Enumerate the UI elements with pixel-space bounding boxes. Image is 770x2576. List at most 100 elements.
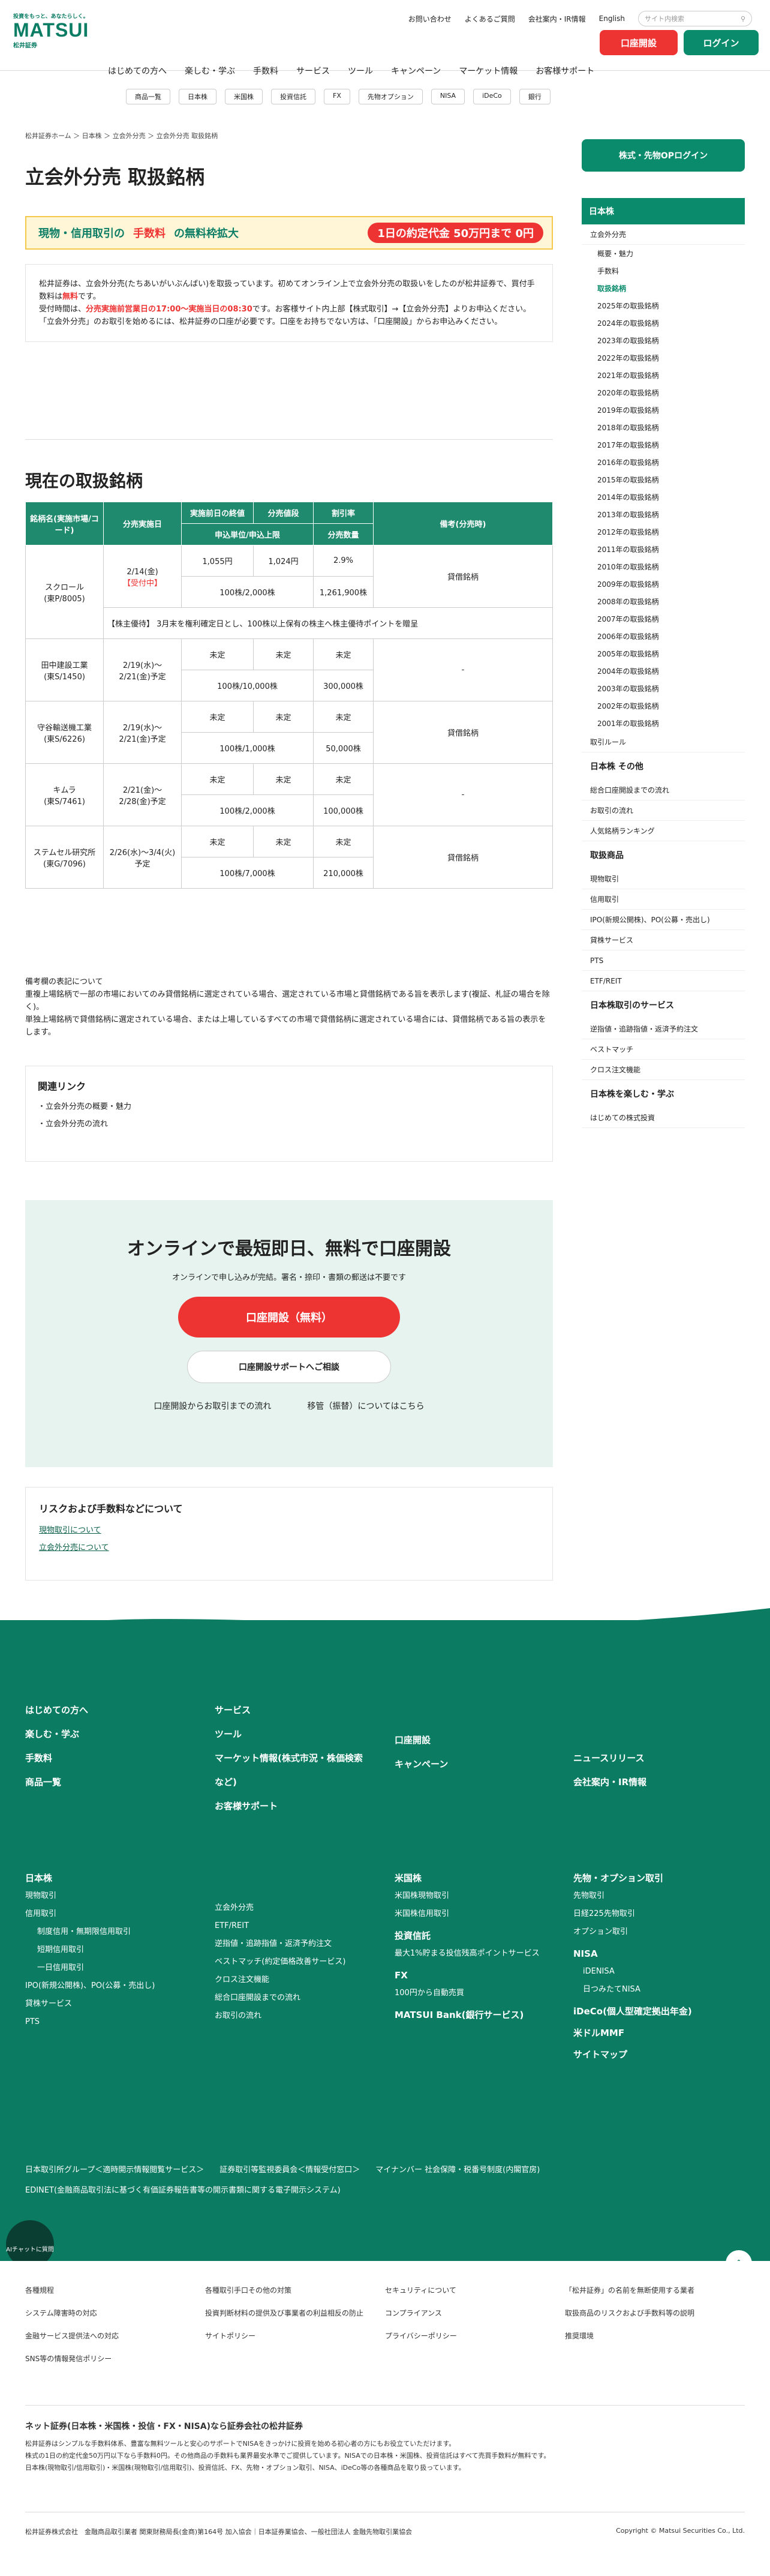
table-row: ステムセル研究所 (東G/7096) 2/26(水)〜3/4(火)予定 未定 未定未…: [25, 826, 553, 889]
sidebar-item[interactable]: はじめての株式投資: [582, 1108, 745, 1128]
sidebar-item[interactable]: 貸株サービス: [582, 930, 745, 950]
table-row: 田中建設工業 (東S/1450) 2/19(水)〜2/21(金)予定 未定 未定 未定…: [25, 638, 553, 701]
page-title: 立会外分売 取扱銘柄: [25, 166, 205, 188]
nav-fees[interactable]: 手数料: [253, 65, 278, 77]
sidebar-login-button[interactable]: 株式・先物OPログイン: [582, 139, 745, 172]
cta-flow-link[interactable]: 口座開設からお取引までの流れ: [154, 1400, 271, 1412]
footer-us: 米国株 米国株現物取引 米国株信用取引 投資信託 最大1%貯まる投信残高ポイントサ…: [395, 1873, 540, 2020]
fee-banner[interactable]: 現物・信用取引の 手数料 の無料枠拡大 1日の約定代金 50万円まで 0円: [25, 216, 553, 250]
risk-link[interactable]: 立会外分売について: [39, 1541, 539, 1552]
sidebar-year-item[interactable]: 2013年の取扱銘柄: [582, 506, 745, 523]
risk-link[interactable]: 現物取引について: [39, 1524, 539, 1535]
open-account-button[interactable]: 口座開設: [600, 30, 678, 55]
cta-transfer-link[interactable]: 移管（振替）についてはこちら: [307, 1400, 424, 1412]
subnav-futures[interactable]: 先物オプション: [358, 89, 423, 104]
sidebar-year-item[interactable]: 2011年の取扱銘柄: [582, 541, 745, 558]
sidebar-item[interactable]: お取引の流れ: [582, 800, 745, 821]
sidebar-item[interactable]: ETF/REIT: [582, 971, 745, 991]
nav-campaign[interactable]: キャンペーン: [391, 65, 441, 77]
contact-link[interactable]: お問い合わせ: [408, 14, 452, 24]
sidebar-year-item[interactable]: 2016年の取扱銘柄: [582, 454, 745, 471]
breadcrumb[interactable]: 松井証券ホーム ＞ 日本株 ＞ 立会外分売 ＞ 立会外分売 取扱銘柄: [25, 131, 218, 140]
sidebar-item[interactable]: 概要・魅力: [582, 245, 745, 262]
stock-link[interactable]: 田中建設工業 (東S/1450): [41, 661, 88, 682]
sidebar-item[interactable]: 信用取引: [582, 889, 745, 910]
nav-services[interactable]: サービス: [296, 65, 330, 77]
table-row: スクロール (東P/8005) 2/14(金) 【受付中】 1,055円 1,024円…: [25, 545, 553, 639]
nav-beginners[interactable]: はじめての方へ: [108, 65, 167, 77]
sidebar-year-item[interactable]: 2021年の取扱銘柄: [582, 367, 745, 384]
sidebar-year-item[interactable]: 2019年の取扱銘柄: [582, 401, 745, 419]
stock-link[interactable]: キムラ (東S/7461): [44, 786, 85, 806]
sidebar-item[interactable]: 総合口座開設までの流れ: [582, 780, 745, 800]
stock-link[interactable]: ステムセル研究所 (東G/7096): [34, 848, 96, 869]
sidebar-year-item[interactable]: 2004年の取扱銘柄: [582, 662, 745, 680]
sidebar-year-item[interactable]: 2017年の取扱銘柄: [582, 436, 745, 454]
related-link[interactable]: ・立会外分売の概要・魅力: [38, 1100, 540, 1111]
sidebar-item[interactable]: 立会外分売: [582, 224, 745, 245]
sidebar-item[interactable]: クロス注文機能: [582, 1060, 745, 1080]
stock-link[interactable]: 守谷輸送機工業 (東S/6226): [37, 724, 92, 744]
subnav-jpstock[interactable]: 日本株: [179, 89, 216, 104]
sidebar-year-item[interactable]: 2020年の取扱銘柄: [582, 384, 745, 401]
sidebar-year-item[interactable]: 2003年の取扱銘柄: [582, 680, 745, 697]
search-input[interactable]: サイト内検索 ⚲: [638, 11, 752, 26]
subnav-fx[interactable]: FX: [324, 89, 350, 104]
sidebar-head[interactable]: 日本株: [582, 198, 745, 224]
cta-support-button[interactable]: 口座開設サポートへご相談: [187, 1351, 391, 1383]
sidebar-year-item[interactable]: 2024年の取扱銘柄: [582, 314, 745, 332]
col-name: 銘柄名(実施市場/コード): [25, 502, 104, 545]
cta-desc: オンラインで申し込みが完結。署名・捺印・書類の郵送は不要です: [172, 1273, 406, 1282]
stock-link[interactable]: スクロール (東P/8005): [44, 583, 85, 604]
sidebar-item[interactable]: IPO(新規公開株)、PO(公募・売出し): [582, 910, 745, 930]
sidebar-year-item[interactable]: 2015年の取扱銘柄: [582, 471, 745, 488]
company-link[interactable]: 会社案内・IR情報: [528, 14, 586, 24]
login-button[interactable]: ログイン: [684, 30, 759, 55]
sidebar-year-item[interactable]: 2002年の取扱銘柄: [582, 697, 745, 715]
footer-col2: サービス ツール マーケット情報(株式市況・株価検索など) お客様サポート: [215, 1705, 363, 1812]
nav-market[interactable]: マーケット情報: [459, 65, 518, 77]
divider: [25, 439, 553, 440]
sidebar-item[interactable]: 取引ルール: [582, 732, 745, 752]
sidebar-item[interactable]: PTS: [582, 950, 745, 971]
sidebar-year-item[interactable]: 2010年の取扱銘柄: [582, 558, 745, 575]
section-title: 現在の取扱銘柄: [25, 471, 143, 491]
sidebar-item-active[interactable]: 取扱銘柄: [582, 280, 745, 297]
nav-learn[interactable]: 楽しむ・学ぶ: [185, 65, 235, 77]
banner-text2: の無料枠拡大: [174, 227, 239, 240]
intro-box: 松井証券は、立会外分売(たちあいがいぶんばい)を取扱っています。初めてオンライン…: [25, 264, 553, 342]
cta-open-button[interactable]: 口座開設（無料）: [178, 1297, 400, 1338]
sidebar-year-item[interactable]: 2012年の取扱銘柄: [582, 523, 745, 541]
sidebar-year-item[interactable]: 2007年の取扱銘柄: [582, 610, 745, 628]
sidebar-year-item[interactable]: 2006年の取扱銘柄: [582, 628, 745, 645]
sidebar-item[interactable]: 手数料: [582, 262, 745, 280]
sidebar-year-item[interactable]: 2008年の取扱銘柄: [582, 593, 745, 610]
nav-support[interactable]: お客様サポート: [536, 65, 594, 77]
subnav-products[interactable]: 商品一覧: [126, 89, 170, 104]
sidebar-item[interactable]: 逆指値・追跡指値・返済予約注文: [582, 1019, 745, 1039]
sidebar-item[interactable]: 人気銘柄ランキング: [582, 821, 745, 841]
subnav-ideco[interactable]: iDeCo: [473, 89, 511, 104]
sidebar-item[interactable]: 現物取引: [582, 869, 745, 889]
subnav-nisa[interactable]: NISA: [431, 89, 465, 104]
sidebar-year-item[interactable]: 2023年の取扱銘柄: [582, 332, 745, 349]
subnav-bank[interactable]: 銀行: [519, 89, 551, 104]
sidebar-year-item[interactable]: 2014年の取扱銘柄: [582, 488, 745, 506]
sidebar-year-item[interactable]: 2025年の取扱銘柄: [582, 297, 745, 314]
search-icon[interactable]: ⚲: [741, 15, 745, 23]
sidebar-year-item[interactable]: 2018年の取扱銘柄: [582, 419, 745, 436]
sidebar-year-item[interactable]: 2009年の取扱銘柄: [582, 575, 745, 593]
subnav-usstock[interactable]: 米国株: [225, 89, 263, 104]
sidebar-year-item[interactable]: 2022年の取扱銘柄: [582, 349, 745, 367]
faq-link[interactable]: よくあるご質問: [465, 14, 515, 24]
sidebar-year-item[interactable]: 2005年の取扱銘柄: [582, 645, 745, 662]
sidebar-section: 日本株を楽しむ・学ぶ: [590, 1090, 674, 1099]
subnav-fund[interactable]: 投資信託: [271, 89, 315, 104]
nav-tools[interactable]: ツール: [348, 65, 373, 77]
english-link[interactable]: English: [599, 14, 625, 23]
col-unit: 申込単位/申込上限: [181, 523, 314, 545]
site-logo[interactable]: 投資をもっと、あなたらしく。 MATSUI 松井証券: [13, 12, 89, 49]
sidebar-item[interactable]: ベストマッチ: [582, 1039, 745, 1060]
sidebar-year-item[interactable]: 2001年の取扱銘柄: [582, 715, 745, 732]
related-link[interactable]: ・立会外分売の流れ: [38, 1117, 540, 1129]
